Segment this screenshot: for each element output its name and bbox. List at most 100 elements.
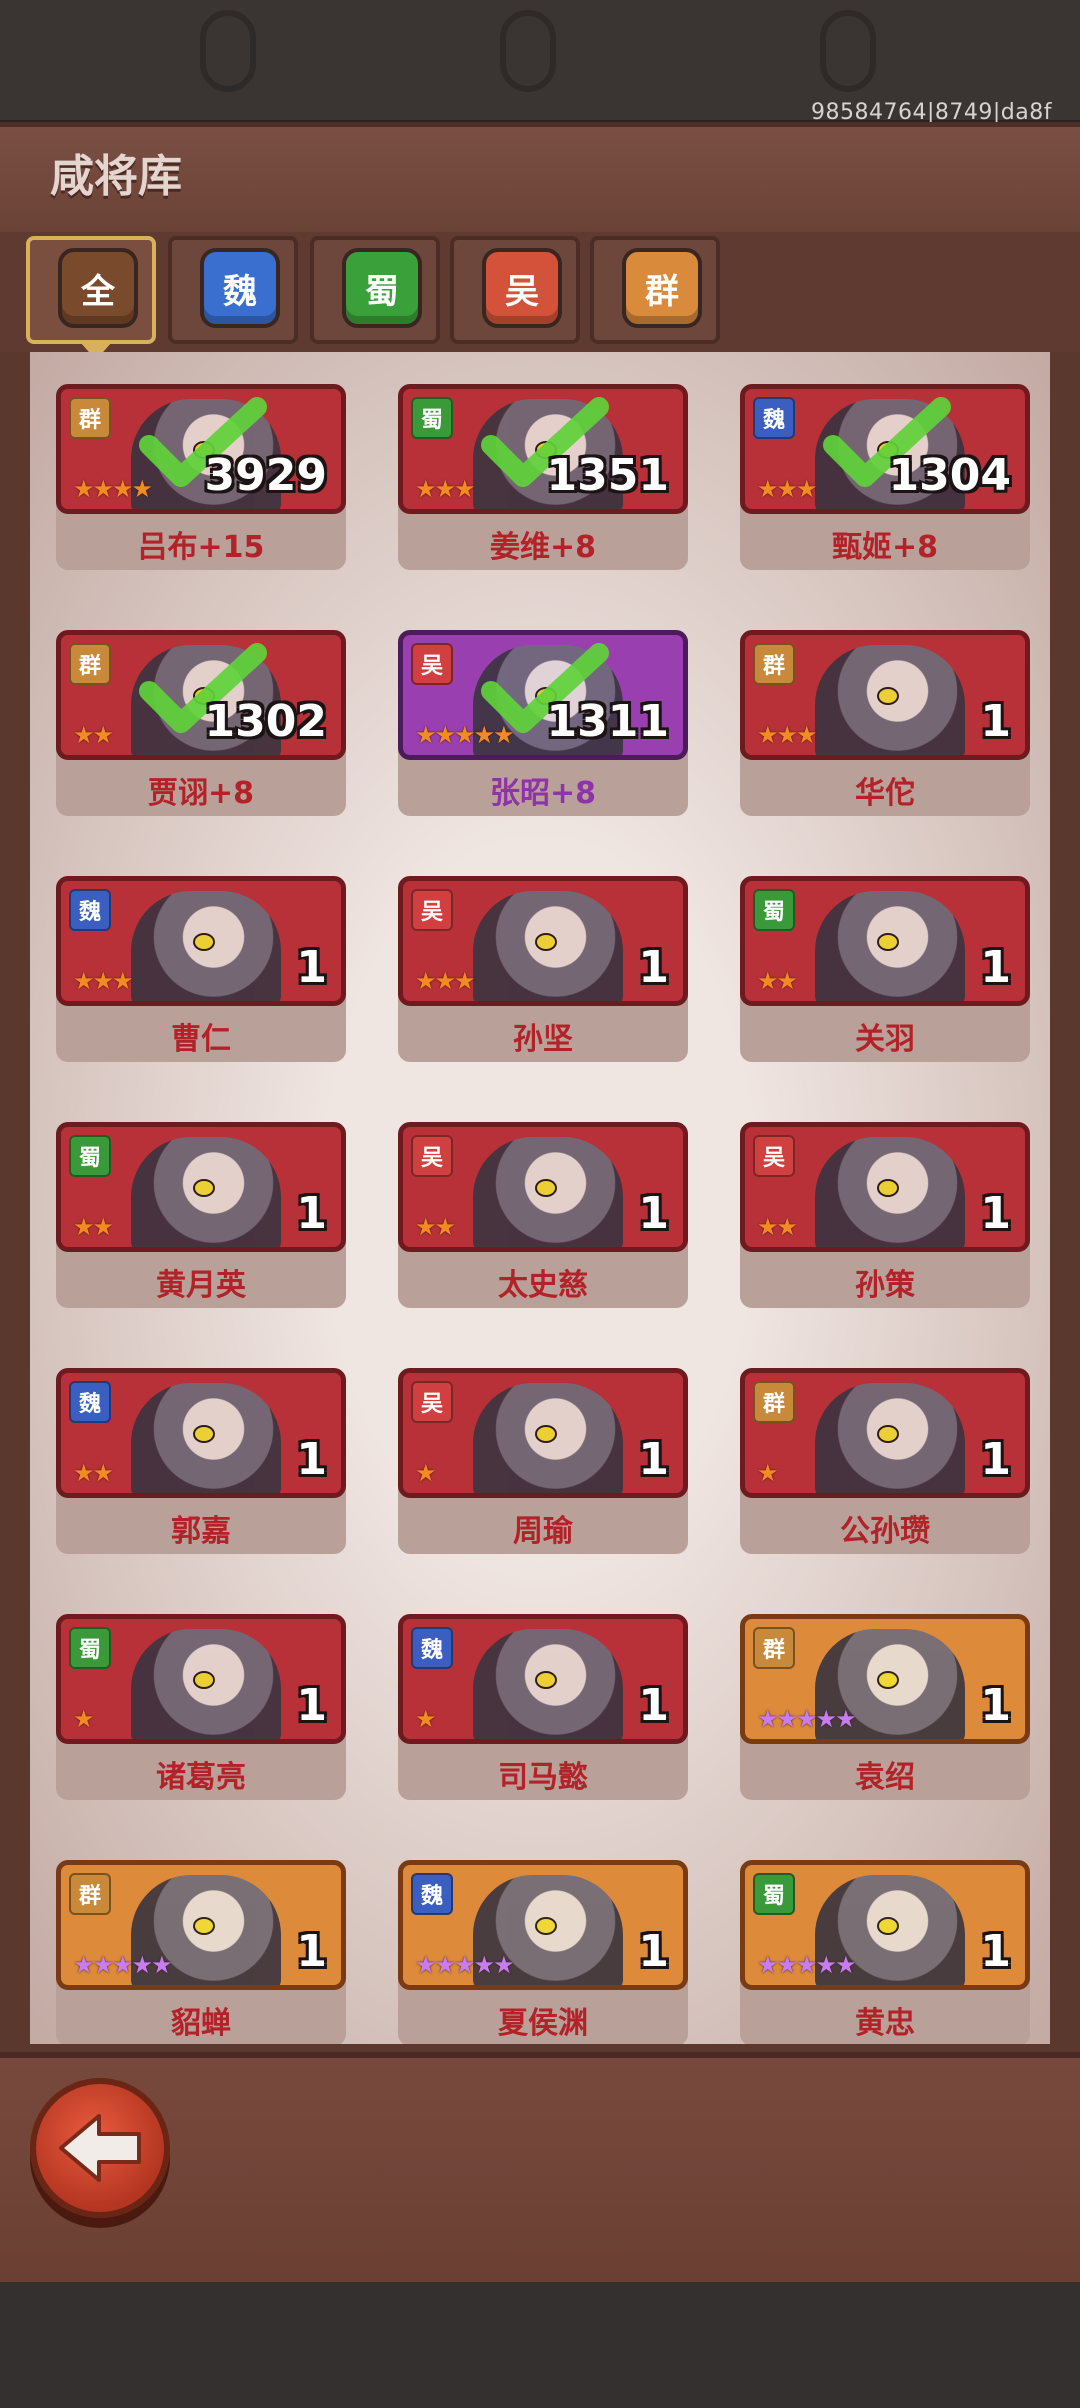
back-arrow-icon <box>59 2114 141 2182</box>
star-rating: ★★ <box>73 1459 114 1487</box>
hero-card[interactable]: 吴 ★★★★★ 1311 张昭+8 <box>398 630 688 816</box>
hero-portrait <box>815 1137 965 1247</box>
hero-name: 华佗 <box>855 776 915 811</box>
hero-count: 1 <box>980 696 1011 747</box>
hero-card[interactable]: 群 ★★★ 1 华佗 <box>740 630 1030 816</box>
hero-count: 1 <box>638 1680 669 1731</box>
hero-name: 周瑜 <box>513 1514 573 1549</box>
faction-badge: 群 <box>753 1627 795 1669</box>
tab-wei[interactable]: 魏 <box>168 236 298 344</box>
hero-card[interactable]: 魏 ★★★ 1304 甄姬+8 <box>740 384 1030 570</box>
hero-portrait-frame: 群 ★★★ 1 <box>740 630 1030 760</box>
star-rating: ★★★★ <box>73 475 153 503</box>
faction-badge: 蜀 <box>753 1873 795 1915</box>
hero-card[interactable]: 群 ★★ 1302 贾诩+8 <box>56 630 346 816</box>
back-button[interactable] <box>30 2078 170 2218</box>
hero-card[interactable]: 蜀 ★ 1 诸葛亮 <box>56 1614 346 1800</box>
tab-qun-badge: 群 <box>622 248 702 328</box>
hero-eye <box>535 1671 557 1689</box>
hero-portrait-frame: 蜀 ★★★★★ 1 <box>740 1860 1030 1990</box>
star-rating: ★★★★★ <box>415 1951 515 1979</box>
hero-card[interactable]: 群 ★★★★ 3929 吕布+15 <box>56 384 346 570</box>
tab-wu[interactable]: 吴 <box>450 236 580 344</box>
faction-tabs: 全 魏 蜀 吴 群 <box>0 232 1080 360</box>
hero-card[interactable]: 魏 ★ 1 司马懿 <box>398 1614 688 1800</box>
hero-eye <box>877 1671 899 1689</box>
tab-wei-badge: 魏 <box>200 248 280 328</box>
hero-portrait-frame: 吴 ★★★★★ 1311 <box>398 630 688 760</box>
star-rating: ★ <box>415 1459 436 1487</box>
faction-badge: 群 <box>69 1873 111 1915</box>
hero-card[interactable]: 吴 ★ 1 周瑜 <box>398 1368 688 1554</box>
hero-card[interactable]: 蜀 ★★ 1 黄月英 <box>56 1122 346 1308</box>
star-rating: ★★★ <box>73 967 134 995</box>
hero-portrait-frame: 魏 ★★ 1 <box>56 1368 346 1498</box>
tab-all[interactable]: 全 <box>26 236 156 360</box>
hero-count: 1 <box>296 942 327 993</box>
faction-badge: 魏 <box>411 1873 453 1915</box>
hero-card[interactable]: 蜀 ★★★★★ 1 黄忠 <box>740 1860 1030 2044</box>
hero-portrait-frame: 群 ★★★★ 3929 <box>56 384 346 514</box>
hero-collection-panel[interactable]: 群 ★★★★ 3929 吕布+15 蜀 ★★★ 1351 姜维+8 魏 ★★★ 1304 甄姬+8 群 ★… <box>30 352 1050 2044</box>
star-rating: ★ <box>73 1705 94 1733</box>
hero-portrait-frame: 魏 ★★★ 1 <box>56 876 346 1006</box>
hero-card[interactable]: 魏 ★★ 1 郭嘉 <box>56 1368 346 1554</box>
hero-name: 貂蝉 <box>171 2006 231 2041</box>
hero-portrait-frame: 蜀 ★ 1 <box>56 1614 346 1744</box>
hero-card[interactable]: 吴 ★★ 1 孙策 <box>740 1122 1030 1308</box>
hero-card[interactable]: 魏 ★★★ 1 曹仁 <box>56 876 346 1062</box>
hero-card[interactable]: 魏 ★★★★★ 1 夏侯渊 <box>398 1860 688 2044</box>
tab-all-badge: 全 <box>58 248 138 328</box>
faction-badge: 魏 <box>69 1381 111 1423</box>
tab-shu[interactable]: 蜀 <box>310 236 440 344</box>
hero-eye <box>877 687 899 705</box>
hero-portrait-frame: 吴 ★★ 1 <box>740 1122 1030 1252</box>
page-title: 咸将库 <box>50 151 182 202</box>
faction-badge: 吴 <box>411 1381 453 1423</box>
faction-badge: 吴 <box>411 889 453 931</box>
hero-portrait-frame: 蜀 ★★ 1 <box>56 1122 346 1252</box>
star-rating: ★★★ <box>757 475 818 503</box>
hero-card[interactable]: 群 ★ 1 公孙瓒 <box>740 1368 1030 1554</box>
hero-portrait <box>473 891 623 1001</box>
hero-eye <box>877 1917 899 1935</box>
bottom-background <box>0 2282 1080 2408</box>
hero-card[interactable]: 蜀 ★★ 1 关羽 <box>740 876 1030 1062</box>
hero-portrait-frame: 蜀 ★★★ 1351 <box>398 384 688 514</box>
hero-card[interactable]: 群 ★★★★★ 1 袁绍 <box>740 1614 1030 1800</box>
star-rating: ★ <box>415 1705 436 1733</box>
hero-card[interactable]: 吴 ★★★ 1 孙坚 <box>398 876 688 1062</box>
hero-count: 1 <box>980 1188 1011 1239</box>
star-rating: ★★★★★ <box>73 1951 173 1979</box>
hero-portrait-frame: 群 ★★★★★ 1 <box>56 1860 346 1990</box>
hero-name: 关羽 <box>855 1022 915 1057</box>
hero-card[interactable]: 群 ★★★★★ 1 貂蝉 <box>56 1860 346 2044</box>
tab-shu-badge: 蜀 <box>342 248 422 328</box>
hero-portrait-frame: 群 ★★ 1302 <box>56 630 346 760</box>
star-rating: ★★ <box>757 967 798 995</box>
faction-badge: 群 <box>69 397 111 439</box>
hero-portrait <box>473 1137 623 1247</box>
star-rating: ★★★★★ <box>757 1705 857 1733</box>
hero-count: 1311 <box>546 696 669 747</box>
star-rating: ★★★ <box>415 967 476 995</box>
hero-name: 公孙瓒 <box>840 1514 930 1549</box>
faction-badge: 魏 <box>411 1627 453 1669</box>
hero-card[interactable]: 蜀 ★★★ 1351 姜维+8 <box>398 384 688 570</box>
hero-name: 黄忠 <box>855 2006 915 2041</box>
hero-name: 曹仁 <box>171 1022 231 1057</box>
tab-wu-badge: 吴 <box>482 248 562 328</box>
hero-name: 姜维+8 <box>489 530 596 565</box>
star-rating: ★★ <box>415 1213 456 1241</box>
hero-card[interactable]: 吴 ★★ 1 太史慈 <box>398 1122 688 1308</box>
hero-count: 1 <box>980 1926 1011 1977</box>
hero-eye <box>535 1179 557 1197</box>
decor-ring <box>500 10 556 92</box>
hero-eye <box>193 1179 215 1197</box>
hero-portrait-frame: 魏 ★★★ 1304 <box>740 384 1030 514</box>
tab-qun[interactable]: 群 <box>590 236 720 344</box>
hero-count: 1302 <box>204 696 327 747</box>
hero-portrait-frame: 吴 ★★ 1 <box>398 1122 688 1252</box>
hero-portrait-frame: 蜀 ★★ 1 <box>740 876 1030 1006</box>
star-rating: ★ <box>757 1459 778 1487</box>
